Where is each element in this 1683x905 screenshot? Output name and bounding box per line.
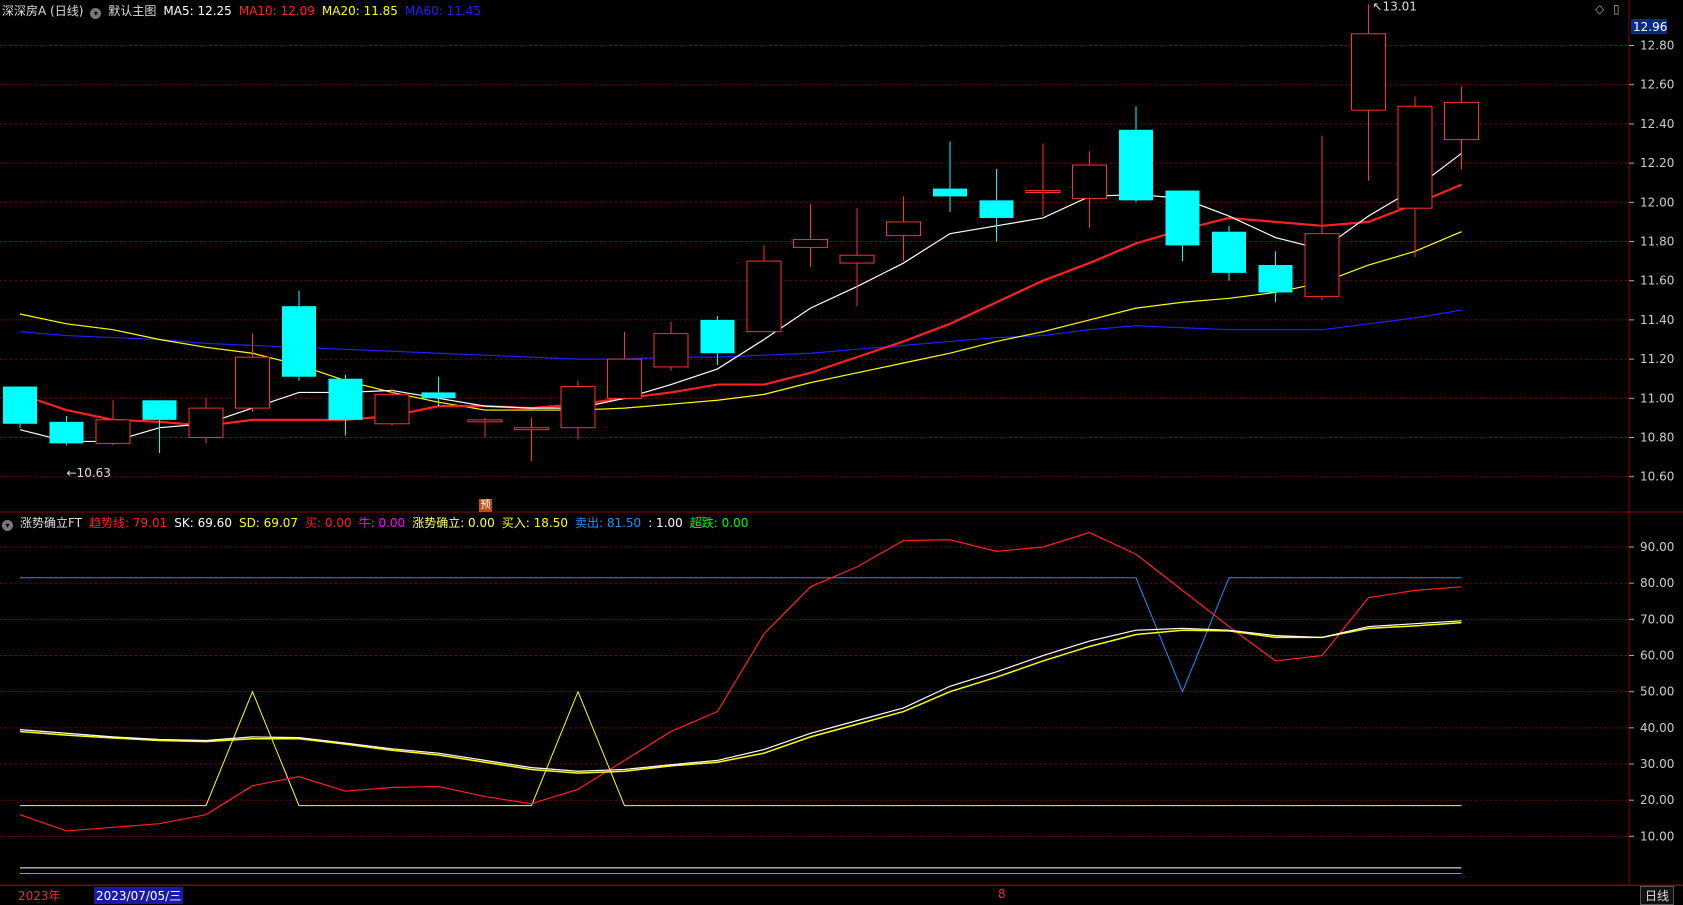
candle-body-up	[1444, 101, 1479, 141]
window-toggle-icon[interactable]: ▯	[1613, 2, 1620, 16]
candle-body-up	[1304, 233, 1340, 297]
sd-line	[19, 621, 1462, 774]
candle-body-up	[1397, 105, 1433, 209]
price-tick-label: 12.20	[1640, 156, 1674, 170]
indicator-tick-label: 30.00	[1640, 757, 1674, 771]
price-tick-label: 10.60	[1640, 470, 1674, 484]
indicator-tick-label: 20.00	[1640, 793, 1674, 807]
time-axis-year: 2023年	[18, 889, 61, 903]
forecast-marker[interactable]: 预	[479, 499, 492, 512]
candle-body-up	[1072, 164, 1107, 199]
price-tick-label: 11.60	[1640, 274, 1674, 288]
candle-body-down	[49, 421, 84, 444]
candle-body-up	[188, 407, 224, 439]
price-tick-label: 11.00	[1640, 391, 1674, 405]
candle-body-down	[328, 378, 363, 420]
time-axis-month: 8	[998, 887, 1006, 901]
candle-body-up	[607, 358, 642, 399]
candle-body-up	[467, 419, 503, 423]
candle-body-up	[235, 356, 270, 409]
main-chart-header: 深深房A (日线) ▾ 默认主图 MA5: 12.25 MA10: 12.09 MA20:…	[2, 3, 495, 19]
candle-body-down	[700, 319, 735, 354]
indicator-tick-label: 70.00	[1640, 612, 1674, 626]
price-tick-label: 12.40	[1640, 117, 1674, 131]
price-tick-label: 12.00	[1640, 195, 1674, 209]
indicator-name[interactable]: 涨势确立FT	[20, 516, 82, 530]
indicator-legend-item-9: 超跌: 0.00	[689, 516, 749, 530]
indicator-tick-label: 50.00	[1640, 685, 1674, 699]
price-tick-label: 10.80	[1640, 431, 1674, 445]
candle-body-up	[95, 419, 131, 444]
indicator-legend-item-3: 买: 0.00	[305, 516, 352, 530]
candle-body-down	[1212, 231, 1246, 273]
candle-body-down	[979, 200, 1014, 218]
indicator-tick-label: 60.00	[1640, 649, 1674, 663]
indicator-legend-item-6: 买入: 18.50	[501, 516, 568, 530]
ma-legend-item-1: MA10: 12.09	[238, 4, 315, 18]
candle-body-up	[514, 427, 549, 431]
candle-body-down	[142, 400, 177, 420]
indicator-legend-item-8: : 1.00	[648, 516, 683, 530]
stock-title: 深深房A (日线)	[2, 4, 84, 18]
sk-line	[19, 620, 1462, 772]
indicator-header: ▾ 涨势确立FT 趋势线: 79.01 SK: 69.60 SD: 69.07 买: 0.…	[2, 515, 762, 531]
indicator-legend-item-5: 涨势确立: 0.00	[412, 516, 495, 530]
indicator-legend-item-7: 卖出: 81.50	[574, 516, 642, 530]
period-button[interactable]: 日线	[1640, 886, 1675, 905]
price-tick-label: 12.80	[1640, 39, 1674, 53]
candle-body-down	[421, 392, 456, 399]
ma-legend: MA5: 12.25 MA10: 12.09 MA20: 11.85 MA60: 11…	[163, 4, 488, 18]
indicator-legend-item-0: 趋势线: 79.01	[89, 516, 168, 530]
candle-body-down	[282, 306, 316, 377]
sell-line	[20, 577, 1462, 694]
high-price-marker: ↖13.01	[1373, 0, 1417, 13]
indicator-tick-label: 10.00	[1640, 829, 1674, 843]
candle-body-up	[746, 260, 782, 333]
candle-body-up	[839, 254, 875, 264]
price-tick-label: 11.20	[1640, 352, 1674, 366]
candle-body-down	[933, 188, 967, 197]
candle-body-down	[3, 386, 37, 424]
candle-body-up	[1025, 190, 1061, 193]
indicator-dropdown-icon[interactable]: ▾	[2, 520, 13, 531]
template-dropdown-icon[interactable]: ▾	[90, 8, 102, 19]
ma-legend-item-0: MA5: 12.25	[163, 4, 232, 18]
buy-line	[20, 690, 1462, 807]
price-tick-label: 11.80	[1640, 235, 1674, 249]
low-price-marker: ←10.63	[67, 466, 111, 480]
diamond-icon[interactable]: ◇	[1595, 2, 1604, 16]
indicator-legend-item-4: 牛: 0.00	[358, 516, 406, 530]
candle-body-up	[886, 221, 921, 237]
indicator-tick-label: 80.00	[1640, 576, 1674, 590]
indicator-legend-item-1: SK: 69.60	[174, 516, 232, 530]
candle-body-up	[560, 386, 596, 429]
indicator-tick-label: 40.00	[1640, 721, 1674, 735]
candle-body-down	[1119, 129, 1153, 201]
indicator-tick-label: 90.00	[1640, 540, 1674, 554]
indicator-legend-item-2: SD: 69.07	[238, 516, 299, 530]
time-axis[interactable]: 2023年 2023/07/05/三 8 日线	[0, 885, 1683, 905]
indicator-legend: 趋势线: 79.01 SK: 69.60 SD: 69.07 买: 0.00 牛: 0.…	[89, 516, 755, 530]
ma-legend-item-3: MA60: 11.45	[404, 4, 481, 18]
candle-body-down	[1258, 265, 1293, 293]
cursor-date: 2023/07/05/三	[94, 887, 184, 904]
candle-body-up	[653, 333, 689, 368]
ma-legend-item-2: MA20: 11.85	[321, 4, 398, 18]
candle-body-down	[1165, 190, 1200, 246]
current-price-label: 12.96	[1633, 20, 1667, 34]
stock-chart[interactable]: 12.80 12.60 12.40 12.20 12.00 11.80 11.60 11.40…	[0, 0, 1683, 902]
candle-body-up	[793, 239, 828, 248]
candle-body-up	[374, 393, 410, 425]
candle-body-up	[1351, 33, 1386, 111]
price-tick-label: 11.40	[1640, 313, 1674, 327]
price-tick-label: 12.60	[1640, 78, 1674, 92]
template-label[interactable]: 默认主图	[108, 4, 156, 18]
